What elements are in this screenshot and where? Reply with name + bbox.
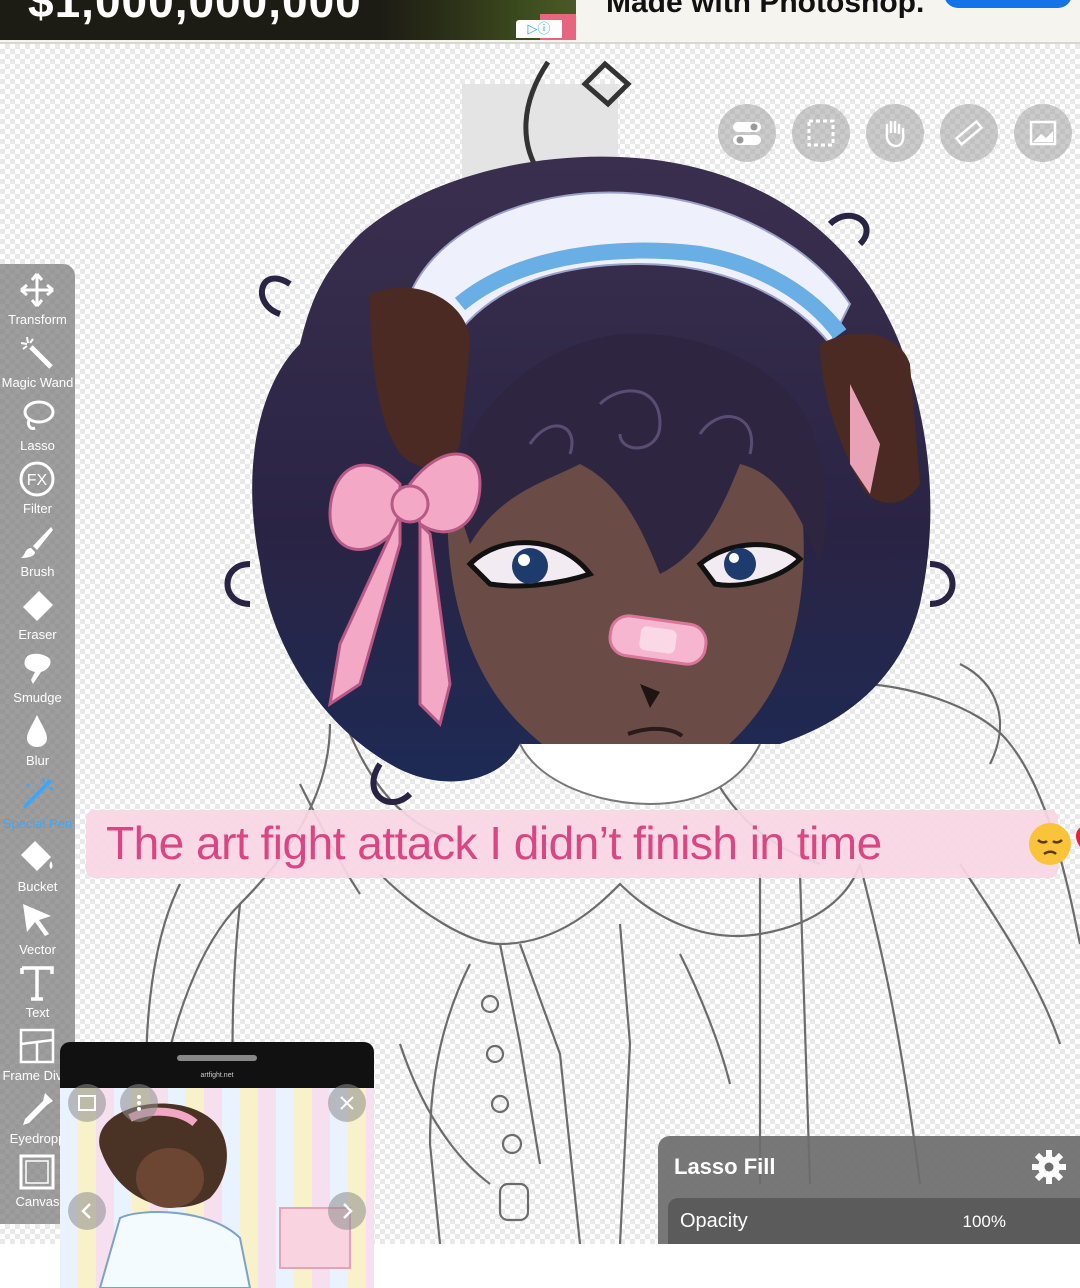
lasso-fill-panel: Lasso Fill Opacity 100% (658, 1136, 1080, 1244)
tool-transform[interactable]: Transform (0, 264, 75, 327)
pensive-face-emoji (1029, 823, 1071, 865)
close-icon (340, 1096, 354, 1110)
brush-icon (21, 527, 53, 558)
bucket-icon (21, 841, 53, 871)
pip-url: artfight.net (200, 1072, 234, 1079)
gear-icon[interactable] (1030, 1148, 1068, 1186)
caption-text: The art fight attack I didn’t finish in … (106, 817, 882, 869)
ad-banner[interactable]: $1,000,000,000 ▷ⓘ Made with Photoshop. (0, 0, 1080, 44)
pip-art (98, 1103, 351, 1288)
text-icon (20, 966, 54, 1001)
pip-reference-image (60, 1088, 374, 1288)
pip-next-button[interactable] (328, 1192, 366, 1230)
dashed-selection-icon (807, 119, 835, 147)
tool-label: Magic Wand (1, 375, 74, 390)
tool-eraser[interactable]: Eraser (0, 579, 75, 642)
special-pen-icon (23, 777, 54, 809)
tool-smudge[interactable]: Smudge (0, 642, 75, 705)
image-icon (1029, 120, 1057, 146)
selection-button[interactable] (792, 104, 850, 162)
more-icon (137, 1095, 141, 1111)
tool-label: Brush (20, 564, 55, 579)
toggle-switch-icon (733, 122, 761, 145)
tool-label: Bucket (17, 879, 58, 894)
tool-label: Transform (8, 312, 67, 327)
reference-pip-window[interactable]: artfight.net (60, 1042, 374, 1288)
broken-heart-emoji (1076, 827, 1080, 847)
ad-headline: Made with Photoshop. (606, 0, 925, 19)
tool-label: Blur (25, 753, 50, 768)
pip-screen-button[interactable] (68, 1084, 106, 1122)
tool-special-pen[interactable]: Special Pen (0, 768, 75, 831)
pip-prev-button[interactable] (68, 1192, 106, 1230)
pip-more-button[interactable] (120, 1084, 158, 1122)
prev-icon (81, 1203, 91, 1219)
lasso-icon (23, 400, 55, 430)
ruler-icon (954, 119, 984, 147)
next-icon (343, 1203, 353, 1219)
cursor-arrow-icon (23, 904, 51, 936)
tool-text[interactable]: Text (0, 957, 75, 1020)
adchoices-icon[interactable]: ▷ⓘ (516, 20, 562, 38)
tool-label: Text (25, 1005, 50, 1020)
screen-icon (78, 1095, 96, 1111)
opacity-value: 100% (962, 1212, 1006, 1231)
tool-label: Smudge (13, 690, 62, 705)
drawing-canvas[interactable]: Transform Magic Wand Lasso FX Filter Bru… (0, 44, 1080, 1288)
canvas-icon (19, 1154, 55, 1190)
caption-emojis (1029, 823, 1080, 865)
tool-magic-wand[interactable]: Magic Wand (0, 327, 75, 390)
tool-label: Vector (19, 942, 56, 957)
drop-icon (27, 715, 47, 747)
ad-amount-text: $1,000,000,000 (28, 0, 362, 27)
tool-brush[interactable]: Brush (0, 516, 75, 579)
svg-text:FX: FX (27, 472, 48, 489)
frame-divider-icon (19, 1028, 55, 1064)
gallery-button[interactable] (1014, 104, 1072, 162)
tool-filter[interactable]: FX Filter (0, 453, 75, 516)
ruler-button[interactable] (940, 104, 998, 162)
tool-label: Filter (23, 501, 52, 516)
tool-bucket[interactable]: Bucket (0, 831, 75, 894)
ad-image[interactable]: $1,000,000,000 (0, 0, 576, 40)
move-arrows-icon (20, 273, 54, 307)
tool-label: Special Pen (2, 816, 73, 831)
opacity-label: Opacity (680, 1210, 748, 1232)
pip-drag-handle[interactable] (177, 1055, 257, 1061)
eraser-icon (23, 591, 53, 621)
magic-wand-icon (20, 336, 53, 369)
pip-close-button[interactable] (328, 1084, 366, 1122)
ad-cta-button[interactable] (944, 0, 1072, 8)
panel-title: Lasso Fill (674, 1154, 776, 1179)
caption-banner: The art fight attack I didn’t finish in … (86, 810, 1080, 878)
fx-icon: FX (19, 461, 55, 497)
tool-label: Eraser (18, 627, 57, 642)
tool-blur[interactable]: Blur (0, 705, 75, 768)
hand-tool-button[interactable] (866, 104, 924, 162)
tool-lasso[interactable]: Lasso (0, 390, 75, 453)
opacity-row[interactable]: Opacity 100% (668, 1198, 1080, 1244)
top-action-buttons (718, 104, 1072, 162)
tool-label: Lasso (20, 438, 55, 453)
hand-icon (885, 120, 905, 148)
eyedropper-icon (23, 1093, 53, 1125)
smudge-icon (24, 653, 51, 684)
tool-vector[interactable]: Vector (0, 894, 75, 957)
toggle-button[interactable] (718, 104, 776, 162)
